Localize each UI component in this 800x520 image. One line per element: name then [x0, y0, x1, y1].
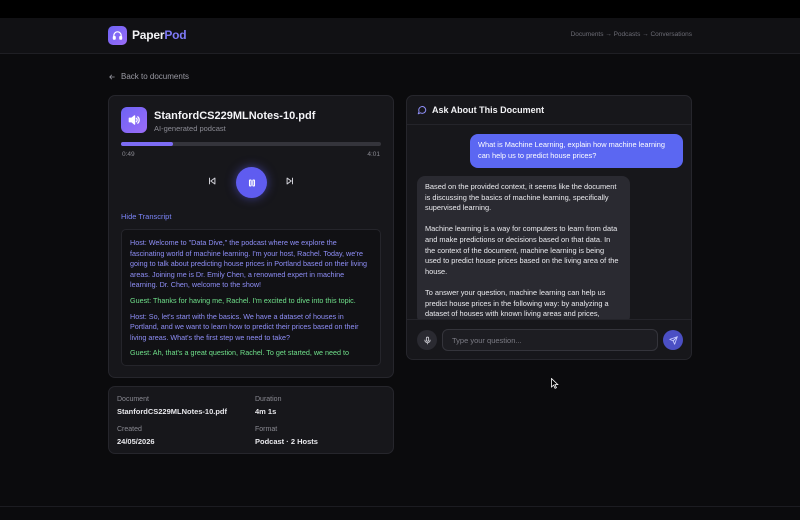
assistant-paragraph: Based on the provided context, it seems …	[425, 182, 617, 213]
chat-header-divider	[407, 124, 691, 125]
transcript-panel[interactable]: Host: Welcome to "Data Dive," the podcas…	[121, 229, 381, 366]
next-track-button[interactable]	[283, 174, 297, 188]
user-message: What is Machine Learning, explain how ma…	[470, 134, 683, 168]
back-link-label: Back to documents	[121, 72, 190, 81]
breadcrumb-nav[interactable]: Documents → Podcasts → Conversations	[571, 31, 692, 38]
assistant-paragraph: Machine learning is a way for computers …	[425, 224, 619, 276]
back-to-documents-link[interactable]: Back to documents	[108, 72, 189, 81]
pause-icon	[248, 179, 255, 186]
mouse-cursor-icon	[551, 376, 559, 394]
microphone-button[interactable]	[417, 330, 437, 350]
microphone-icon	[423, 336, 431, 344]
duration-label: Duration	[255, 396, 282, 403]
pause-button[interactable]	[236, 167, 267, 198]
skip-forward-icon	[286, 177, 293, 185]
duration-value: 4m 1s	[255, 407, 277, 416]
transcript-entry-host: Host: So, let's start with the basics. W…	[130, 311, 359, 342]
format-value: Podcast · 2 Hosts	[255, 437, 318, 446]
footer-divider	[0, 506, 800, 507]
document-label: Document	[117, 396, 149, 403]
transcript-entry-guest: Guest: Thanks for having me, Rachel. I'm…	[130, 295, 356, 305]
chat-header: Ask About This Document	[417, 105, 544, 115]
speaker-icon	[121, 107, 147, 133]
podcast-subtitle: AI-generated podcast	[154, 124, 226, 133]
logo-text-part1: Paper	[132, 28, 165, 42]
skip-back-icon	[209, 177, 216, 185]
chat-bubble-icon	[417, 106, 427, 115]
question-input[interactable]	[442, 329, 658, 351]
transcript-entry-host: Host: Welcome to "Data Dive," the podcas…	[130, 238, 367, 290]
app-logo[interactable]: PaperPod	[132, 28, 187, 42]
total-time: 4:01	[367, 151, 380, 158]
chat-input-bar	[407, 319, 691, 359]
document-metadata-card: Document StanfordCS229MLNotes-10.pdf Dur…	[108, 386, 394, 454]
assistant-paragraph: To answer your question, machine learnin…	[425, 287, 609, 319]
headphones-icon[interactable]	[108, 26, 127, 45]
hide-transcript-button[interactable]: Hide Transcript	[121, 212, 171, 221]
created-label: Created	[117, 426, 142, 433]
previous-track-button[interactable]	[205, 174, 219, 188]
assistant-message: Based on the provided context, it seems …	[417, 176, 630, 324]
document-chat-card: Ask About This Document What is Machine …	[406, 95, 692, 360]
app-header: PaperPod Documents → Podcasts → Conversa…	[0, 18, 800, 54]
progress-bar[interactable]	[121, 142, 381, 146]
format-label: Format	[255, 426, 278, 433]
chat-title: Ask About This Document	[432, 105, 545, 115]
created-value: 24/05/2026	[117, 437, 155, 446]
arrow-left-icon	[109, 74, 115, 79]
document-value: StanfordCS229MLNotes-10.pdf	[117, 407, 228, 416]
top-strip	[0, 0, 800, 18]
send-icon	[668, 335, 678, 345]
logo-text-part2: Pod	[164, 28, 187, 42]
send-button[interactable]	[663, 330, 683, 350]
current-time: 0:49	[122, 151, 135, 158]
progress-bar-fill	[121, 142, 173, 146]
podcast-file-name: StanfordCS229MLNotes-10.pdf	[154, 110, 316, 122]
podcast-player-card: StanfordCS229MLNotes-10.pdf AI-generated…	[108, 95, 394, 378]
transcript-entry-guest: Guest: Ah, that's a great question, Rach…	[130, 348, 349, 358]
